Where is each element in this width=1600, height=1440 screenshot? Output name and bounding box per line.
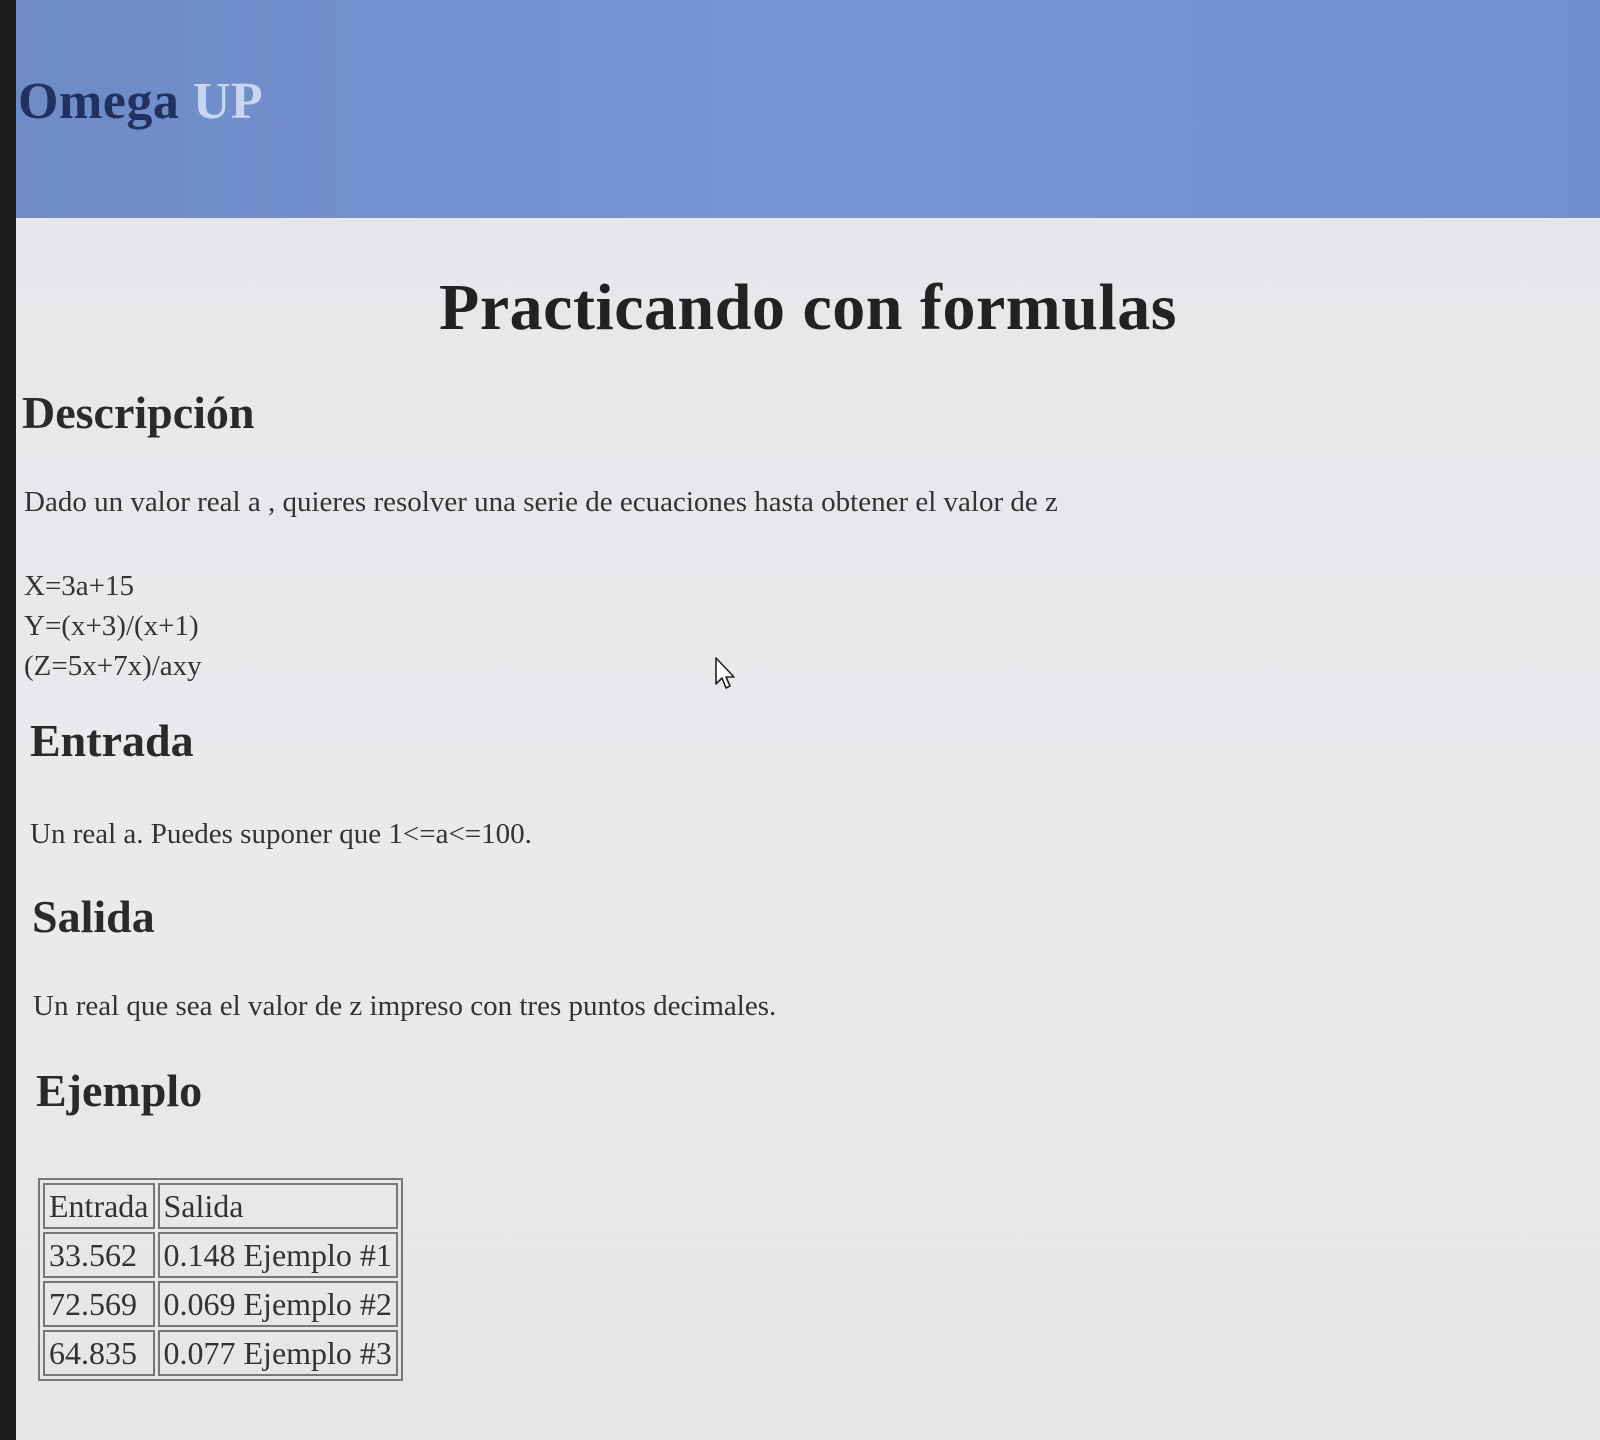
brand-omega: Omega [18, 73, 180, 130]
table-cell-salida: 0.148 Ejemplo #1 [157, 1232, 398, 1278]
table-cell-entrada: 64.835 [43, 1330, 155, 1376]
table-cell-entrada: 33.562 [43, 1232, 155, 1278]
table-row: 64.835 0.077 Ejemplo #3 [43, 1330, 398, 1376]
formula-z: (Z=5x+7x)/axy [24, 650, 202, 682]
table-row: 72.569 0.069 Ejemplo #2 [43, 1281, 398, 1327]
formula-y: Y=(x+3)/(x+1) [24, 610, 199, 642]
example-heading: Ejemplo [36, 1065, 203, 1116]
mouse-pointer-icon [715, 657, 735, 689]
output-heading: Salida [32, 891, 155, 942]
problem-title: Practicando con formulas [439, 271, 1177, 344]
example-table: Entrada Salida 33.562 0.148 Ejemplo #1 7… [38, 1178, 403, 1381]
column-header-entrada: Entrada [43, 1183, 155, 1229]
description-heading: Descripción [22, 387, 255, 438]
page: Omega UP Practicando con formulas Descri… [16, 0, 1600, 1440]
header-banner: Omega UP [16, 0, 1600, 218]
output-text: Un real que sea el valor de z impreso co… [33, 990, 777, 1022]
formula-x: X=3a+15 [24, 570, 135, 602]
table-cell-salida: 0.077 Ejemplo #3 [157, 1330, 398, 1376]
table-cell-entrada: 72.569 [43, 1281, 155, 1327]
column-header-salida: Salida [157, 1183, 398, 1229]
description-text: Dado un valor real a , quieres resolver … [24, 486, 1058, 518]
input-text: Un real a. Puedes suponer que 1<=a<=100. [30, 818, 532, 850]
brand-up: UP [192, 73, 264, 130]
formula-list: X=3a+15 Y=(x+3)/(x+1) (Z=5x+7x)/axy [24, 566, 202, 686]
table-cell-salida: 0.069 Ejemplo #2 [157, 1281, 398, 1327]
table-row: 33.562 0.148 Ejemplo #1 [43, 1232, 398, 1278]
site-logo[interactable]: Omega UP [18, 72, 263, 131]
table-header-row: Entrada Salida [43, 1183, 398, 1229]
input-heading: Entrada [30, 715, 194, 766]
